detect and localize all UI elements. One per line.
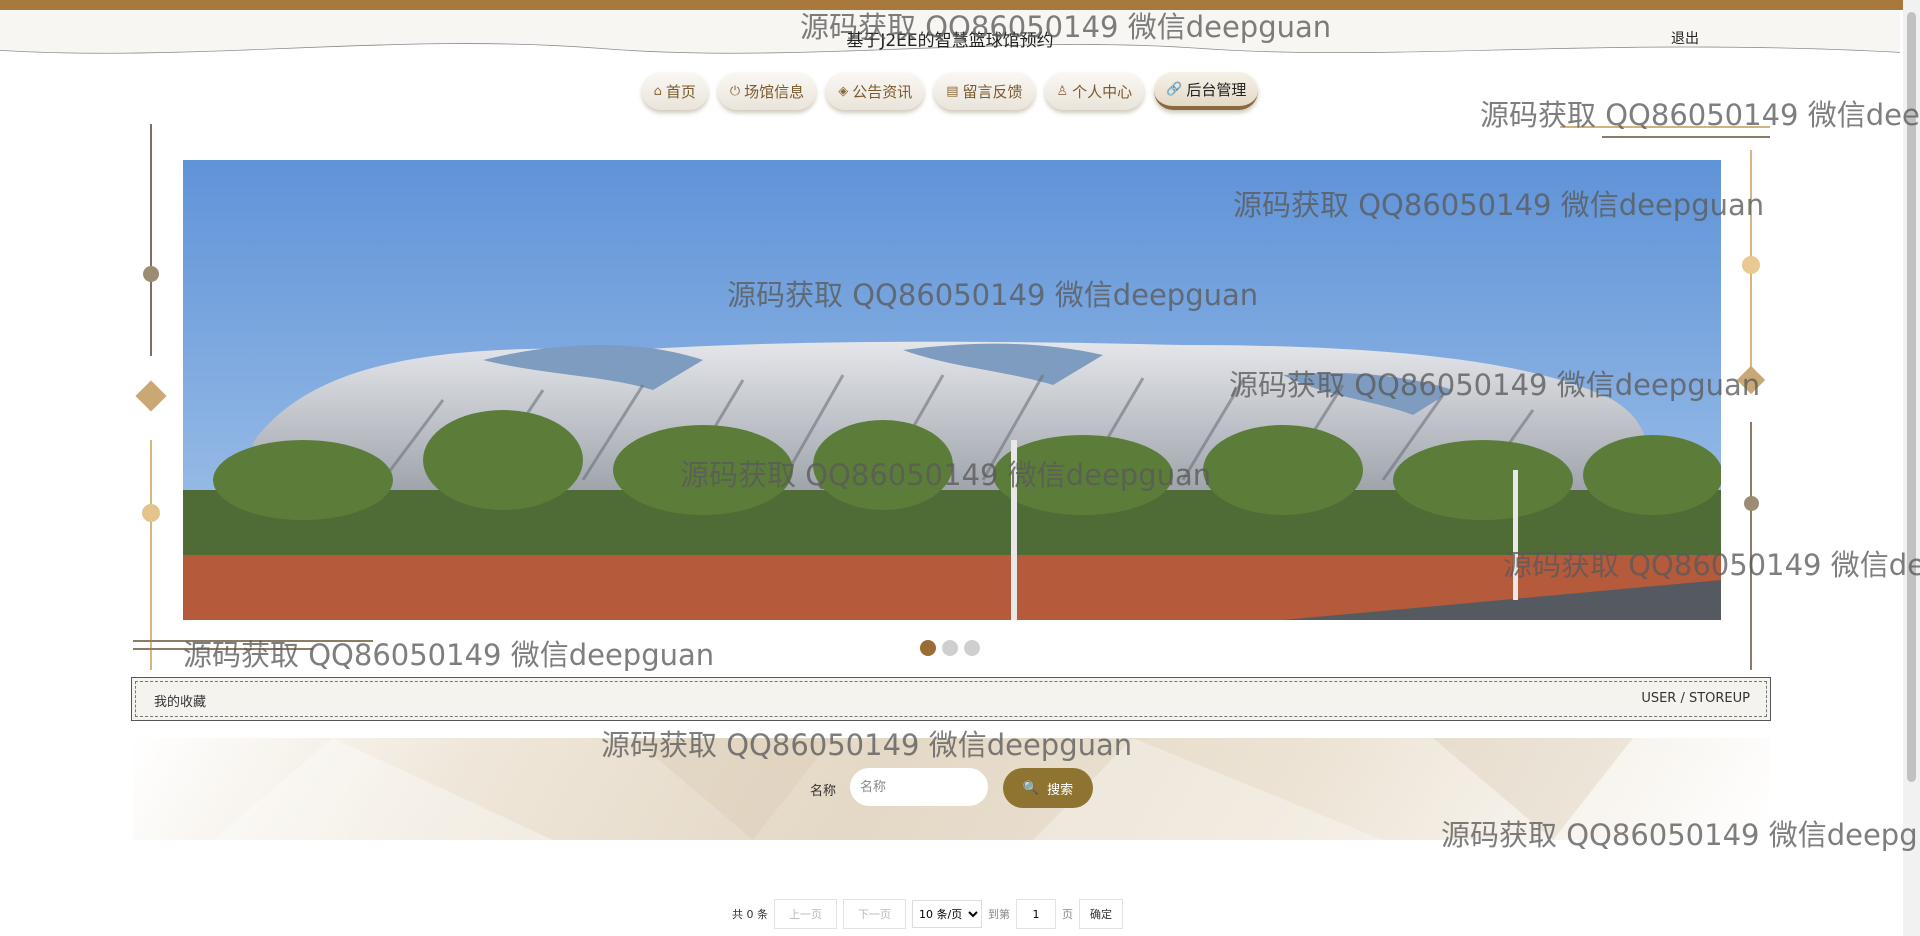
top-accent-stripe xyxy=(0,0,1920,10)
page-unit-label: 页 xyxy=(1062,908,1073,921)
nav-item-label: 公告资讯 xyxy=(852,82,913,101)
home-icon: ⌂ xyxy=(653,83,662,99)
user-icon: ♙ xyxy=(1056,83,1069,99)
search-input[interactable] xyxy=(850,768,988,806)
nav-item-label: 后台管理 xyxy=(1186,80,1247,99)
nav-item-label: 首页 xyxy=(665,82,696,101)
search-panel: 名称 🔍 搜索 xyxy=(133,738,1770,840)
decor-dot xyxy=(143,266,159,282)
nav-item-feedback[interactable]: ▤ 留言反馈 xyxy=(934,72,1035,110)
nav-item-profile[interactable]: ♙ 个人中心 xyxy=(1044,72,1145,110)
search-button[interactable]: 🔍 搜索 xyxy=(1003,768,1093,808)
note-icon: ▤ xyxy=(946,83,959,99)
nav-item-home[interactable]: ⌂ 首页 xyxy=(641,72,708,110)
main-nav: ⌂ 首页 ⏻ 场馆信息 ◈ 公告资讯 ▤ 留言反馈 ♙ 个人中心 🔗 后台管理 xyxy=(0,72,1900,110)
link-icon: 🔗 xyxy=(1166,81,1183,97)
carousel-dot-2[interactable] xyxy=(942,640,958,656)
search-button-label: 搜索 xyxy=(1047,782,1074,798)
layers-icon: ◈ xyxy=(838,83,849,99)
goto-page-input[interactable] xyxy=(1016,899,1056,929)
banner-carousel[interactable] xyxy=(183,160,1721,620)
decor-line-left-bottom xyxy=(150,440,152,670)
next-page-button[interactable]: 下一页 xyxy=(843,899,906,929)
nav-item-admin[interactable]: 🔗 后台管理 xyxy=(1154,72,1259,110)
nav-item-venues[interactable]: ⏻ 场馆信息 xyxy=(717,72,817,110)
section-title: 我的收藏 xyxy=(154,695,207,710)
decor-hline xyxy=(133,640,373,642)
decor-dot xyxy=(142,504,160,522)
decor-line-left-top xyxy=(150,124,152,356)
decor-dot xyxy=(1744,496,1759,511)
decor-hline xyxy=(1602,136,1770,138)
section-header: 我的收藏 USER / STOREUP xyxy=(131,677,1771,721)
pagination: 共 0 条 上一页 下一页 10 条/页 到第 页 确定 xyxy=(732,899,1123,929)
carousel-dot-3[interactable] xyxy=(964,640,980,656)
search-label: 名称 xyxy=(810,784,837,799)
section-header-border xyxy=(135,681,1767,717)
nav-item-label: 场馆信息 xyxy=(744,82,805,101)
power-icon: ⏻ xyxy=(729,83,741,99)
page-size-select[interactable]: 10 条/页 xyxy=(912,900,982,928)
site-title: 基于J2EE的智慧篮球馆预约 xyxy=(846,31,1054,51)
logout-link[interactable]: 退出 xyxy=(1671,28,1699,48)
section-subtitle: USER / STOREUP xyxy=(1641,691,1750,706)
pagination-total: 共 0 条 xyxy=(732,908,768,921)
decor-diamond xyxy=(1736,365,1766,395)
banner-image xyxy=(183,160,1721,620)
goto-confirm-button[interactable]: 确定 xyxy=(1079,899,1123,929)
decor-hline xyxy=(1560,126,1770,128)
nav-item-label: 个人中心 xyxy=(1072,82,1133,101)
search-icon: 🔍 xyxy=(1022,780,1040,796)
decor-line-right-bottom xyxy=(1750,422,1752,670)
decor-dot xyxy=(1742,256,1760,274)
carousel-dot-1[interactable] xyxy=(920,640,936,656)
watermark-text: 源码获取 QQ86050149 微信deepguan xyxy=(183,638,715,672)
page-scrollbar[interactable] xyxy=(1903,0,1920,936)
nav-item-label: 留言反馈 xyxy=(962,82,1023,101)
scrollbar-thumb[interactable] xyxy=(1907,12,1916,782)
nav-item-news[interactable]: ◈ 公告资讯 xyxy=(826,72,925,110)
goto-label: 到第 xyxy=(988,908,1010,921)
decor-diamond xyxy=(135,380,167,412)
decor-hline xyxy=(133,648,313,650)
prev-page-button[interactable]: 上一页 xyxy=(774,899,837,929)
carousel-indicators xyxy=(920,640,980,656)
